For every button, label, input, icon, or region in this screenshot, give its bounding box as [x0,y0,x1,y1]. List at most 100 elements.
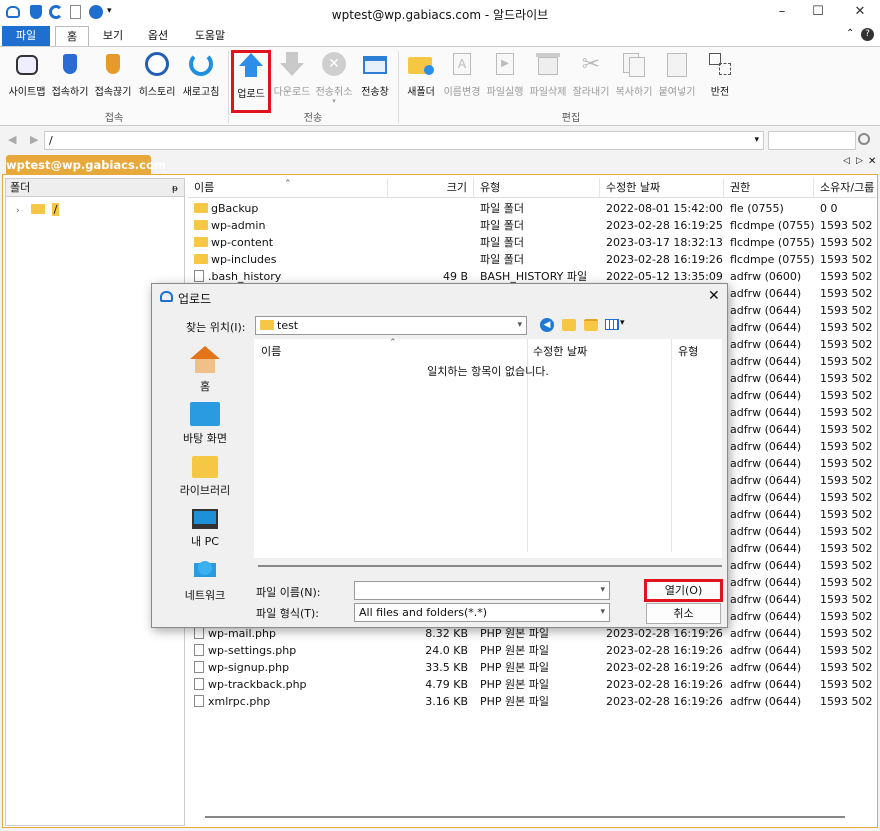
table-row[interactable]: wp-admin 파일 폴더 2023-02-28 16:19:25 flcdmpe … [188,217,876,234]
upload-dialog: 업로드 ✕ 찾는 위치(I): test ▾ ◀ ▾ 홈 바탕 화면 라이브러리… [151,283,728,628]
forward-arrow-icon[interactable]: ▶ [30,133,38,146]
file-perm: adfrw (0644) [730,627,802,640]
tab-scroll-right-icon[interactable]: ▷ [856,156,863,166]
place-libraries[interactable]: 라이브러리 [162,456,248,498]
download-arrow-icon [277,51,307,79]
table-row[interactable]: gBackup 파일 폴더 2022-08-01 15:42:00 fle (0755… [188,200,876,217]
place-home[interactable]: 홈 [162,346,248,394]
file-name: wp-includes [211,253,277,266]
run-file-icon: ▶ [490,51,520,79]
sort-up-icon: ⌃ [389,338,397,348]
view-menu-icon[interactable] [605,319,619,330]
chevron-down-icon: ▾ [600,585,605,595]
view-menu-dropdown-icon[interactable]: ▾ [620,318,625,328]
file-perm: adfrw (0644) [730,661,802,674]
dialog-column-date[interactable]: 수정한 날짜 [533,343,587,359]
tab-help[interactable]: 도움말 [190,26,230,46]
file-date: 2023-02-28 16:19:26 [606,695,723,708]
maximize-button[interactable]: ☐ [808,4,828,19]
connection-tabstrip: wptest@wp.gabiacs.com ◁ ▷ ✕ [0,153,880,175]
file-size: 24.0 KB [425,644,468,657]
place-this-pc[interactable]: 내 PC [162,509,248,549]
filename-label: 파일 이름(N): [256,586,321,599]
file-owner: 1593 502 [820,661,873,674]
upload-button[interactable]: 업로드 [231,50,271,113]
connection-tab[interactable]: wptest@wp.gabiacs.com [6,155,166,175]
column-header-type[interactable]: 유형 [474,178,600,198]
file-owner: 1593 502 [820,474,873,487]
file-name: wp-mail.php [208,627,276,640]
tab-view[interactable]: 보기 [98,26,128,46]
file-perm: adfrw (0644) [730,593,802,606]
table-row[interactable]: wp-content 파일 폴더 2023-03-17 18:32:13 flcdmp… [188,234,876,251]
chevron-down-icon: ▾ [600,607,605,617]
unplug-icon [98,51,128,79]
filetype-dropdown[interactable]: All files and folders(*.*) ▾ [354,603,610,622]
dialog-column-name[interactable]: 이름 [261,343,281,359]
place-desktop[interactable]: 바탕 화면 [162,402,248,446]
copy-icon [619,51,649,79]
lookin-dropdown[interactable]: test ▾ [255,316,527,335]
search-input[interactable] [768,131,856,150]
file-owner: 1593 502 [820,593,873,606]
table-row[interactable]: wp-signup.php 33.5 KB PHP 원본 파일 2023-02-28 … [188,659,876,676]
column-header-permission[interactable]: 권한 [724,178,814,198]
folder-icon [260,320,274,330]
open-button[interactable]: 열기(O) [644,579,723,602]
file-perm: adfrw (0644) [730,525,802,538]
back-arrow-icon[interactable]: ◀ [8,133,16,146]
file-owner: 1593 502 [820,610,873,623]
home-icon [190,346,220,374]
dialog-column-type[interactable]: 유형 [678,343,698,359]
dialog-hscroll[interactable] [258,565,722,567]
file-owner: 1593 502 [820,457,873,470]
new-folder-icon[interactable] [584,319,598,331]
file-owner: 1593 502 [820,423,873,436]
up-folder-icon[interactable] [562,319,576,331]
place-network[interactable]: 네트워크 [162,561,248,603]
search-icon[interactable] [858,133,870,145]
column-header-owner[interactable]: 소유자/그룹 [814,178,876,198]
table-row[interactable]: wp-settings.php 24.0 KB PHP 원본 파일 2023-02-2… [188,642,876,659]
expand-chevron-icon[interactable]: › [16,206,20,216]
close-button[interactable]: ✕ [850,4,870,19]
folder-icon [194,254,208,264]
table-row[interactable]: wp-trackback.php 4.79 KB PHP 원본 파일 2023-02-… [188,676,876,693]
help-icon[interactable]: ? [861,28,874,41]
column-header-size[interactable]: 크기 [388,178,474,198]
dialog-close-icon[interactable]: ✕ [708,288,720,304]
tab-options[interactable]: 옵션 [143,26,173,46]
folder-icon [194,220,208,230]
minimize-button[interactable]: – [772,4,792,19]
table-row[interactable]: xmlrpc.php 3.16 KB PHP 원본 파일 2023-02-28 16:… [188,693,876,710]
file-owner: 1593 502 [820,236,873,249]
network-icon [192,561,218,583]
file-perm: adfrw (0644) [730,406,802,419]
column-header-name[interactable]: 이름 ⌃ [188,178,388,198]
tab-scroll-left-icon[interactable]: ◁ [843,156,850,166]
file-owner: 1593 502 [820,372,873,385]
back-circle-icon[interactable]: ◀ [540,318,554,332]
file-icon [194,644,204,656]
file-owner: 1593 502 [820,525,873,538]
scrollbar-thumb[interactable] [205,816,845,818]
table-row[interactable]: wp-includes 파일 폴더 2023-02-28 16:19:26 flcdm… [188,251,876,268]
tab-home[interactable]: 홈 [55,26,89,46]
tab-close-icon[interactable]: ✕ [868,156,876,167]
file-owner: 1593 502 [820,355,873,368]
scissors-icon: ✂ [581,52,601,77]
tab-file[interactable]: 파일 [2,26,50,46]
folder-tree-root[interactable]: › / [16,203,60,218]
pin-icon[interactable]: ᵽ [172,180,178,198]
ribbon-collapse-icon[interactable]: ⌃ [846,28,854,39]
path-dropdown-icon[interactable]: ▾ [754,132,759,149]
column-header-date[interactable]: 수정한 날짜 [600,178,724,198]
file-type: 파일 폴더 [480,236,524,249]
path-input[interactable]: / ▾ [44,131,764,150]
file-size: 33.5 KB [425,661,468,674]
horizontal-scrollbar[interactable] [203,810,868,824]
filetype-label: 파일 형식(T): [256,607,319,620]
file-perm: adfrw (0644) [730,576,802,589]
cancel-button[interactable]: 취소 [646,603,721,624]
filename-input[interactable]: ▾ [354,581,610,600]
